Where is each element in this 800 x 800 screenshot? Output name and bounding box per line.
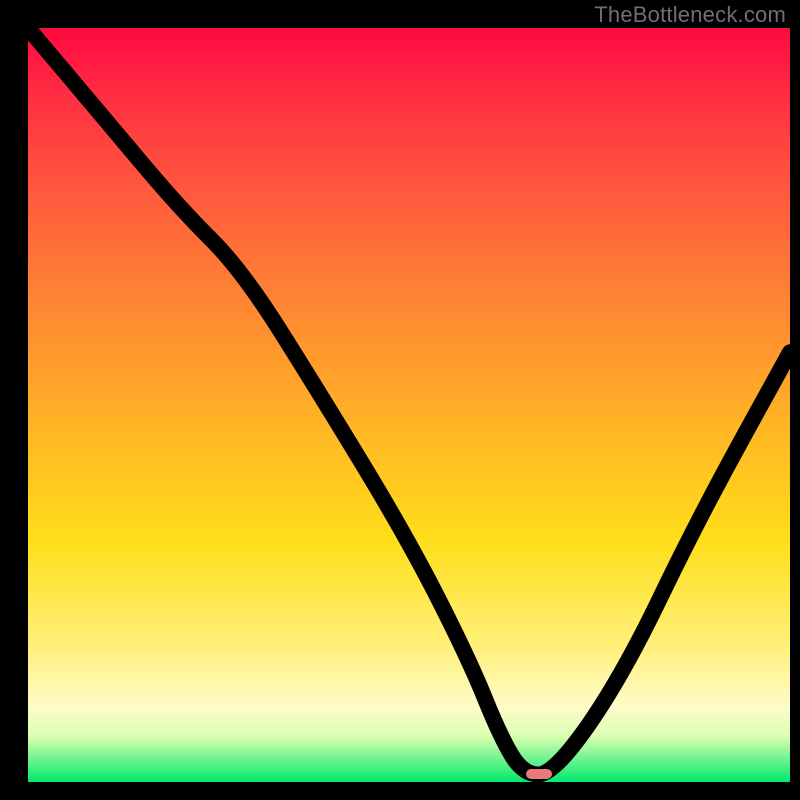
plot-area — [28, 28, 790, 782]
chart-frame: TheBottleneck.com — [0, 0, 800, 800]
optimal-marker — [526, 769, 552, 779]
bottleneck-curve — [28, 28, 790, 782]
watermark-text: TheBottleneck.com — [594, 2, 786, 28]
